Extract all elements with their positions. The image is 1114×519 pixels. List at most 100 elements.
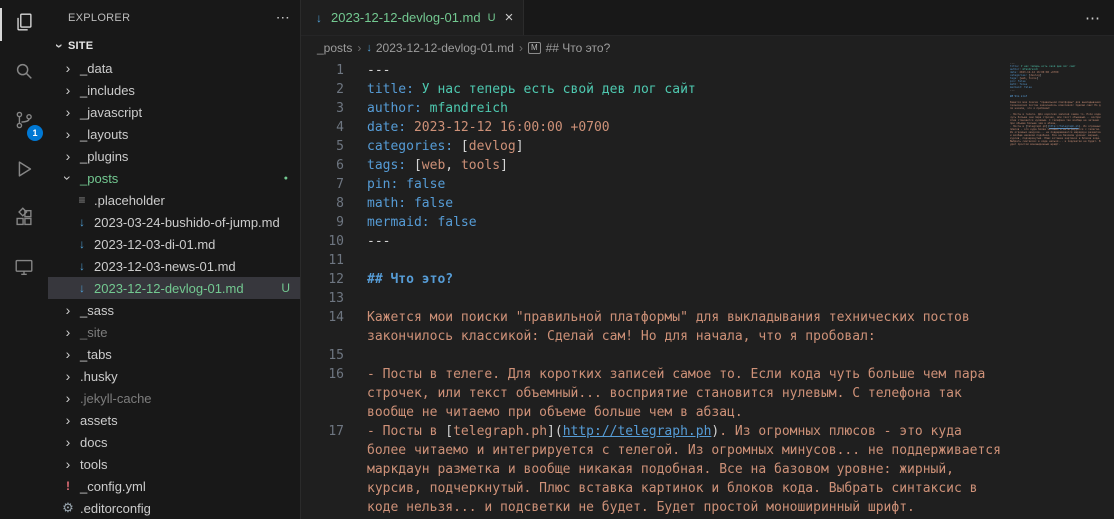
tree-item-label: docs <box>80 434 108 450</box>
code-lines: 1 --- 2 title: У нас теперь есть свой дев л… <box>301 61 1004 517</box>
tree-file-2023-03-24-bushido-of-jump.md[interactable]: ↓ 2023-03-24-bushido-of-jump.md <box>48 211 300 233</box>
tree-item-label: _sass <box>80 302 114 318</box>
section-site[interactable]: › SITE <box>48 35 300 57</box>
tree-folder-_posts[interactable]: › _posts ● <box>48 167 300 189</box>
editor-more-actions-icon[interactable]: ⋯ <box>1071 0 1114 35</box>
activity-item-run-debug[interactable] <box>0 147 48 196</box>
chevron-right-icon: › <box>65 346 71 362</box>
search-icon <box>13 60 35 87</box>
tree-folder-_javascript[interactable]: › _javascript <box>48 101 300 123</box>
code-line-15[interactable]: 15 <box>301 346 1004 365</box>
code-line-2[interactable]: 2 title: У нас теперь есть свой дев лог с… <box>301 80 1004 99</box>
explorer-icon <box>13 11 35 38</box>
tree-file-.editorconfig[interactable]: ⚙ .editorconfig <box>48 497 300 519</box>
tree-folder-docs[interactable]: › docs <box>48 431 300 453</box>
breadcrumb-label: 2023-12-12-devlog-01.md <box>375 41 514 55</box>
editor-body: 1 --- 2 title: У нас теперь есть свой дев л… <box>301 60 1114 519</box>
chevron-right-icon: › <box>65 456 71 472</box>
line-number: 10 <box>328 234 344 249</box>
explorer-more-actions-icon[interactable]: ⋯ <box>276 9 290 26</box>
code-line-7[interactable]: 7 pin: false <box>301 175 1004 194</box>
tree-folder-_layouts[interactable]: › _layouts <box>48 123 300 145</box>
tree-folder-_plugins[interactable]: › _plugins <box>48 145 300 167</box>
line-text <box>367 251 1004 270</box>
tab-bar: ↓ 2023-12-12-devlog-01.md U × ⋯ <box>301 0 1114 36</box>
line-text: pin: false <box>367 177 446 192</box>
tree-folder-.jekyll-cache[interactable]: › .jekyll-cache <box>48 387 300 409</box>
code-line-11[interactable]: 11 <box>301 251 1004 270</box>
scm-badge: 1 <box>27 125 43 141</box>
tree-item-label: _config.yml <box>80 478 146 494</box>
activity-item-extensions[interactable] <box>0 196 48 245</box>
activity-item-search[interactable] <box>0 49 48 98</box>
tree-folder-_sass[interactable]: › _sass <box>48 299 300 321</box>
tree-file-2023-12-03-di-01.md[interactable]: ↓ 2023-12-03-di-01.md <box>48 233 300 255</box>
code-line-10[interactable]: 10 --- <box>301 232 1004 251</box>
line-number: 9 <box>336 215 344 230</box>
breadcrumb-item[interactable]: _posts <box>317 41 352 55</box>
tree-item-label: _layouts <box>80 126 129 142</box>
code-line-16[interactable]: 16 - Посты в телеге. Для коротких записей… <box>301 365 1004 422</box>
tree-folder-_site[interactable]: › _site <box>48 321 300 343</box>
tree-file-2023-12-03-news-01.md[interactable]: ↓ 2023-12-03-news-01.md <box>48 255 300 277</box>
tree-item-label: 2023-12-03-di-01.md <box>94 236 216 252</box>
line-text <box>367 289 1004 308</box>
line-number: 15 <box>328 348 344 363</box>
activity-item-remote[interactable] <box>0 245 48 294</box>
chevron-right-icon: › <box>65 324 71 340</box>
code-line-12[interactable]: 12 ## Что это? <box>301 270 1004 289</box>
code-line-5[interactable]: 5 categories: [devlog] <box>301 137 1004 156</box>
tree-item-label: 2023-03-24-bushido-of-jump.md <box>94 214 280 230</box>
tree-item-label: .placeholder <box>94 192 165 208</box>
chevron-right-icon: › <box>65 60 71 76</box>
line-number: 2 <box>336 82 344 97</box>
tree-file-_config.yml[interactable]: ! _config.yml <box>48 475 300 497</box>
tree-item-label: .editorconfig <box>80 500 151 516</box>
tree-folder-tools[interactable]: › tools <box>48 453 300 475</box>
line-number: 1 <box>336 63 344 78</box>
breadcrumb-separator-icon: › <box>357 41 362 55</box>
tree-folder-.husky[interactable]: › .husky <box>48 365 300 387</box>
sidebar-header: EXPLORER ⋯ <box>48 0 300 35</box>
chevron-right-icon: › <box>65 82 71 98</box>
activity-item-explorer[interactable] <box>0 0 48 49</box>
yaml-file-icon: ! <box>66 479 70 493</box>
code-line-8[interactable]: 8 math: false <box>301 194 1004 213</box>
tree-file-2023-12-12-devlog-01.md[interactable]: ↓ 2023-12-12-devlog-01.md U <box>48 277 300 299</box>
sidebar-title: EXPLORER <box>68 11 131 24</box>
git-status-badge: U <box>487 11 496 24</box>
line-number: 14 <box>328 310 344 325</box>
tree-item-label: .jekyll-cache <box>80 390 152 406</box>
chevron-right-icon: › <box>65 302 71 318</box>
line-number: 6 <box>336 158 344 173</box>
code-line-4[interactable]: 4 date: 2023-12-12 16:00:00 +0700 <box>301 118 1004 137</box>
tab-devlog-file[interactable]: ↓ 2023-12-12-devlog-01.md U × <box>301 0 525 35</box>
tree-item-label: _plugins <box>80 148 129 164</box>
tree-item-label: _tabs <box>80 346 112 362</box>
code-line-6[interactable]: 6 tags: [web, tools] <box>301 156 1004 175</box>
breadcrumb-item[interactable]: ↓ 2023-12-12-devlog-01.md <box>366 41 514 55</box>
code-line-17[interactable]: 17- Посты в [telegraph.ph](http://telegr… <box>301 422 1004 517</box>
run-debug-icon <box>13 158 35 185</box>
tree-file-.placeholder[interactable]: ≡ .placeholder <box>48 189 300 211</box>
breadcrumb-item[interactable]: M ## Что это? <box>527 41 610 55</box>
tree-folder-_includes[interactable]: › _includes <box>48 79 300 101</box>
line-text: categories: [devlog] <box>367 139 524 154</box>
code-line-3[interactable]: 3 author: mfandreich <box>301 99 1004 118</box>
code-line-14[interactable]: 14 Кажется мои поиски "правильной платфор… <box>301 308 1004 346</box>
activity-item-source-control[interactable]: 1 <box>0 98 48 147</box>
line-text: tags: [web, tools] <box>367 158 508 173</box>
close-icon[interactable]: × <box>505 9 514 26</box>
extensions-icon <box>13 207 35 234</box>
minimap[interactable]: --- title: У нас теперь есть свой дев лог… <box>1010 62 1104 302</box>
tree-folder-assets[interactable]: › assets <box>48 409 300 431</box>
code-line-13[interactable]: 13 <box>301 289 1004 308</box>
code-line-9[interactable]: 9 mermaid: false <box>301 213 1004 232</box>
tree-folder-_tabs[interactable]: › _tabs <box>48 343 300 365</box>
chevron-right-icon: › <box>65 104 71 120</box>
breadcrumb-label: _posts <box>317 41 353 55</box>
code-line-1[interactable]: 1 --- <box>301 61 1004 80</box>
tree-folder-_data[interactable]: › _data <box>48 57 300 79</box>
tree-item-label: 2023-12-12-devlog-01.md <box>94 280 244 296</box>
markdown-symbol-icon: M <box>527 42 541 54</box>
